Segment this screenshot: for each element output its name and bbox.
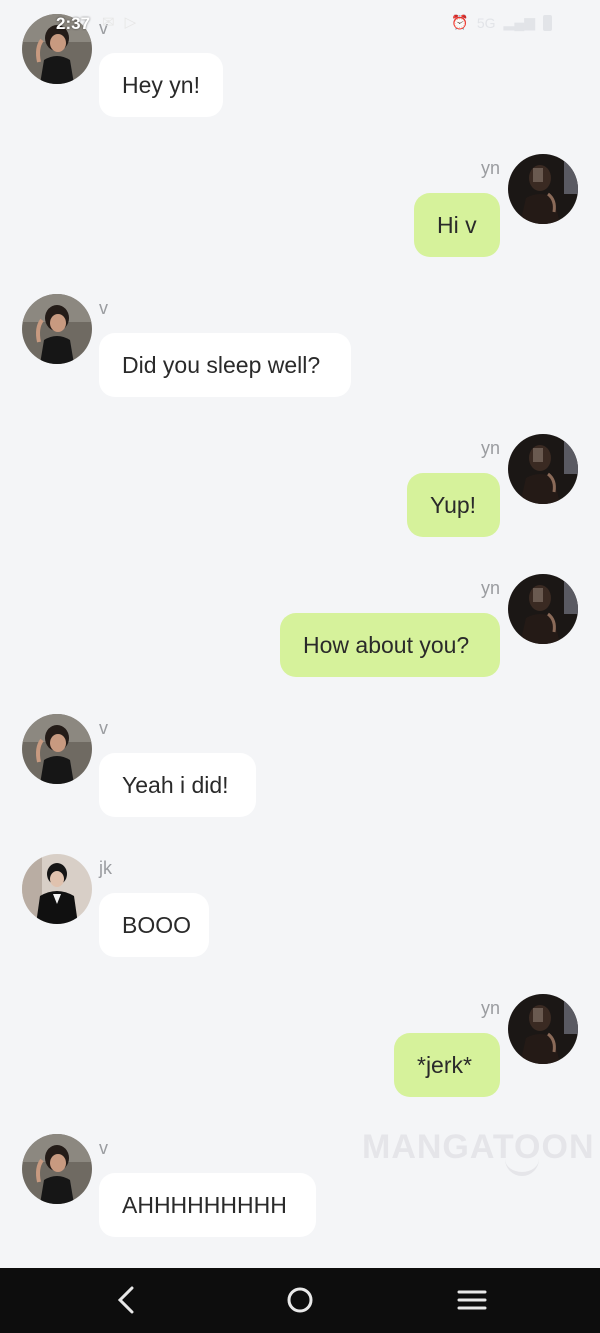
home-button[interactable] <box>282 1284 318 1316</box>
status-time: 2:37 <box>56 14 91 33</box>
back-button[interactable] <box>108 1284 144 1316</box>
message-bubble[interactable]: *jerk* <box>394 1033 500 1097</box>
back-icon <box>117 1286 134 1314</box>
sender-name: v <box>99 718 108 738</box>
sender-name: v <box>99 298 108 318</box>
message-bubble[interactable]: How about you? <box>280 613 500 677</box>
recent-apps-button[interactable] <box>454 1284 490 1316</box>
jk-avatar[interactable] <box>22 854 92 924</box>
sender-name: jk <box>99 858 112 878</box>
message-row: yn Hi v <box>0 154 600 264</box>
notification-icons: ✉ ▷ <box>102 13 136 31</box>
yn-avatar[interactable] <box>508 994 578 1064</box>
system-icons: ⏰ 5G ▂▄▆ <box>451 14 552 31</box>
battery-icon <box>543 14 552 31</box>
menu-icon <box>457 1290 487 1310</box>
sender-name: yn <box>480 158 500 178</box>
network-label: 5G <box>476 14 496 31</box>
message-bubble[interactable]: Hey yn! <box>99 53 223 117</box>
sender-name: v <box>99 1138 108 1158</box>
message-bubble[interactable]: Did you sleep well? <box>99 333 351 397</box>
status-bar: 2:37 ✉ ▷ ⏰ 5G ▂▄▆ <box>0 0 600 48</box>
message-row: v Did you sleep well? <box>0 294 600 404</box>
message-row: yn How about you? <box>0 574 600 684</box>
alarm-icon: ⏰ <box>451 14 469 30</box>
sender-name: yn <box>480 998 500 1018</box>
gear-icon: ✉ <box>102 14 115 31</box>
message-bubble[interactable]: BOOO <box>99 893 209 957</box>
sender-name: yn <box>480 578 500 598</box>
signal-icon: ▂▄▆ <box>503 14 535 30</box>
v-avatar[interactable] <box>22 714 92 784</box>
message-row: yn *jerk* <box>0 994 600 1104</box>
message-row: jk BOOO <box>0 854 600 964</box>
yn-avatar[interactable] <box>508 154 578 224</box>
v-avatar[interactable] <box>22 1134 92 1204</box>
message-bubble[interactable]: Yeah i did! <box>99 753 256 817</box>
sender-name: yn <box>480 438 500 458</box>
chat-thread[interactable]: v Hey yn! yn Hi v v Did you sleep well? yn Y… <box>0 0 600 1268</box>
message-bubble[interactable]: Yup! <box>407 473 500 537</box>
message-row: v Yeah i did! <box>0 714 600 824</box>
message-bubble[interactable]: Hi v <box>414 193 500 257</box>
home-icon <box>287 1287 313 1313</box>
yn-avatar[interactable] <box>508 574 578 644</box>
watermark: MANGATOON <box>362 1128 595 1166</box>
message-bubble[interactable]: AHHHHHHHHH <box>99 1173 316 1237</box>
play-store-icon: ▷ <box>124 14 137 31</box>
v-avatar[interactable] <box>22 294 92 364</box>
message-row: yn Yup! <box>0 434 600 544</box>
yn-avatar[interactable] <box>508 434 578 504</box>
navigation-bar <box>0 1268 600 1333</box>
